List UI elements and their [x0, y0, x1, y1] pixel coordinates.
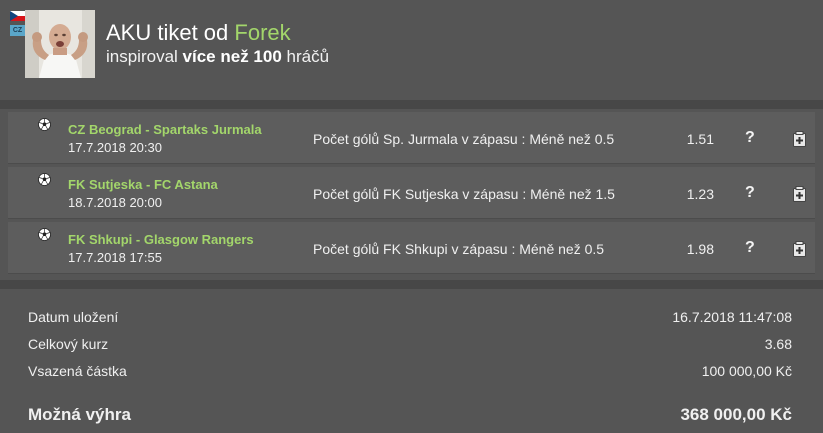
add-to-ticket-icon[interactable] — [793, 131, 806, 147]
ticket-summary: Datum uložení 16.7.2018 11:47:08 Celkový… — [0, 289, 823, 433]
match-date: 17.7.2018 17:55 — [68, 250, 162, 265]
bet-row: CZ Beograd - Spartaks Jurmala 17.7.2018 … — [8, 112, 815, 164]
match-link[interactable]: FK Shkupi - Glasgow Rangers — [68, 232, 254, 247]
subtitle-count: více než 100 — [182, 47, 282, 66]
win-label: Možná výhra — [28, 405, 131, 424]
help-icon[interactable]: ? — [745, 239, 755, 257]
total-odds-value: 3.68 — [764, 336, 792, 352]
summary-row-win: Možná výhra 368 000,00 Kč — [28, 405, 792, 425]
country-badge: CZ — [10, 25, 25, 36]
match-link[interactable]: CZ Beograd - Spartaks Jurmala — [68, 122, 262, 137]
summary-row-total-odds: Celkový kurz 3.68 — [28, 336, 792, 352]
help-icon[interactable]: ? — [745, 184, 755, 202]
match-date: 18.7.2018 20:00 — [68, 195, 162, 210]
total-odds-label: Celkový kurz — [28, 336, 109, 352]
match-date: 17.7.2018 20:30 — [68, 140, 162, 155]
ticket-header: CZ AKU tiket od Forek inspiroval více ne… — [0, 0, 823, 100]
divider — [0, 100, 823, 109]
soccer-ball-icon — [38, 228, 51, 241]
saved-label: Datum uložení — [28, 309, 119, 325]
author-username-link[interactable]: Forek — [234, 20, 290, 45]
bet-market: Počet gólů Sp. Jurmala v zápasu : Méně n… — [313, 131, 615, 147]
bet-odds: 1.51 — [686, 131, 714, 147]
title-prefix: AKU tiket od — [106, 20, 229, 45]
stake-label: Vsazená částka — [28, 363, 127, 379]
add-to-ticket-icon[interactable] — [793, 241, 806, 257]
win-value: 368 000,00 Kč — [680, 405, 792, 424]
bet-odds: 1.98 — [686, 241, 714, 257]
summary-row-saved: Datum uložení 16.7.2018 11:47:08 — [28, 309, 792, 325]
bet-row: FK Sutjeska - FC Astana 18.7.2018 20:00 … — [8, 167, 815, 219]
avatar[interactable] — [25, 10, 95, 78]
match-link[interactable]: FK Sutjeska - FC Astana — [68, 177, 218, 192]
soccer-ball-icon — [38, 173, 51, 186]
subtitle-prefix: inspiroval — [106, 47, 178, 66]
saved-value: 16.7.2018 11:47:08 — [672, 309, 792, 325]
divider — [0, 280, 823, 289]
ticket-title: AKU tiket od Forek — [106, 21, 291, 45]
flag-cz-icon — [10, 11, 25, 21]
soccer-ball-icon — [38, 118, 51, 131]
add-to-ticket-icon[interactable] — [793, 186, 806, 202]
summary-row-stake: Vsazená částka 100 000,00 Kč — [28, 363, 792, 379]
bet-market: Počet gólů FK Shkupi v zápasu : Méně než… — [313, 241, 605, 257]
bet-list: CZ Beograd - Spartaks Jurmala 17.7.2018 … — [0, 109, 823, 279]
bet-market: Počet gólů FK Sutjeska v zápasu : Méně n… — [313, 186, 615, 202]
ticket-subtitle: inspiroval více než 100 hráčů — [106, 47, 329, 67]
bet-row: FK Shkupi - Glasgow Rangers 17.7.2018 17… — [8, 222, 815, 274]
bet-odds: 1.23 — [686, 186, 714, 202]
ticket-page: CZ AKU tiket od Forek inspiroval více ne… — [0, 0, 823, 433]
subtitle-suffix: hráčů — [286, 47, 330, 66]
stake-value: 100 000,00 Kč — [701, 363, 792, 379]
help-icon[interactable]: ? — [745, 129, 755, 147]
